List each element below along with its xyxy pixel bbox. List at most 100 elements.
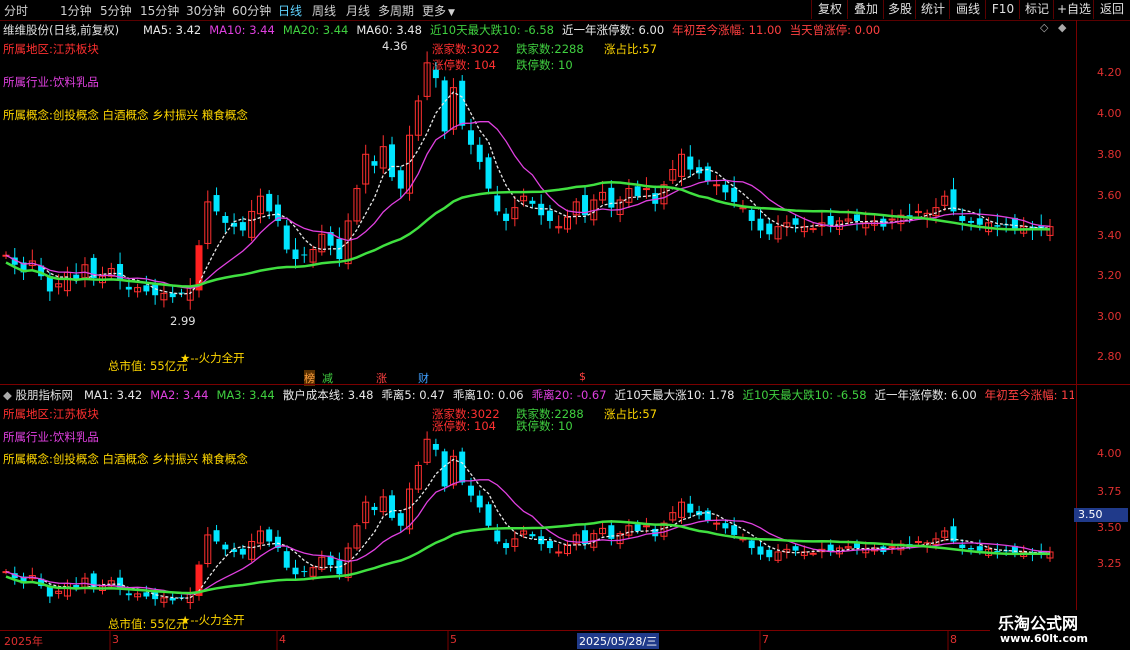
- candle-body-down: [283, 551, 290, 568]
- main-y-tick: 3.00: [1097, 310, 1122, 323]
- sub-indicator-5: 乖离10: 0.06: [452, 388, 524, 402]
- main-y-tick: 3.60: [1097, 189, 1122, 202]
- x-axis-ticks: [109, 630, 949, 650]
- back-button[interactable]: 返回: [1093, 0, 1130, 19]
- ma-line-long: [5, 180, 1051, 288]
- candle-body-down: [546, 210, 553, 221]
- sub-indicator-6: 乖离20: -0.67: [531, 388, 607, 402]
- candle-body-down: [634, 186, 641, 197]
- sub-indicator-chart[interactable]: [0, 402, 1076, 630]
- candle-body-up: [888, 218, 896, 221]
- candle-body-down: [143, 285, 150, 292]
- candle-body-down: [968, 548, 975, 550]
- sub-indicator-10: 年初至今涨幅: 11.00: [984, 388, 1074, 402]
- sub-indicator-9: 近一年涨停数: 6.00: [874, 388, 977, 402]
- add-watchlist-button[interactable]: +自选: [1053, 0, 1094, 19]
- period-tab-timeshare[interactable]: 分时: [4, 2, 28, 19]
- candle-body-down: [731, 187, 738, 202]
- candle-body-down: [748, 209, 755, 221]
- sub-collapse-icon[interactable]: ◆: [3, 388, 12, 402]
- mark-button[interactable]: 标记: [1019, 0, 1054, 19]
- candle-body-down: [476, 495, 483, 508]
- watermark-box: 乐淘公式网 www.60lt.com: [990, 610, 1130, 650]
- period-tab-5min[interactable]: 5分钟: [100, 2, 132, 19]
- panel-divider: [0, 384, 1130, 385]
- candle-body-down: [441, 451, 448, 487]
- candle-body-down: [853, 543, 860, 549]
- candle-body-down: [222, 544, 229, 550]
- candle-body-down: [959, 544, 966, 549]
- candle-body-down: [546, 540, 553, 549]
- candle-body-down: [994, 550, 1001, 552]
- main-y-tick: 2.80: [1097, 350, 1122, 363]
- candle-body-down: [292, 249, 299, 260]
- candle-body-down: [757, 218, 764, 231]
- candle-body-down: [467, 485, 474, 496]
- sub-y-tick: 3.75: [1097, 485, 1122, 498]
- multi-stock-button[interactable]: 多股: [883, 0, 916, 19]
- adjust-button[interactable]: 复权: [811, 0, 848, 19]
- sub-y-tick: 4.00: [1097, 447, 1122, 460]
- candle-body-down: [968, 220, 975, 223]
- candle-body-up: [555, 551, 563, 554]
- candle-body-down: [994, 225, 1001, 227]
- candle-body-down: [432, 443, 439, 450]
- candle-body-down: [239, 548, 246, 555]
- candle-body-down: [853, 214, 860, 221]
- candle-body-down: [687, 503, 694, 513]
- candle-body-down: [757, 546, 764, 555]
- candle-body-down: [266, 193, 273, 212]
- candle-body-up: [809, 228, 817, 231]
- ma-line-long: [5, 520, 1051, 595]
- candle-body-down: [766, 549, 773, 558]
- period-tab-15min[interactable]: 15分钟: [140, 2, 179, 19]
- overlay-button[interactable]: 叠加: [847, 0, 884, 19]
- period-tab-monthly[interactable]: 月线: [346, 2, 370, 19]
- candle-body-down: [371, 161, 378, 166]
- candle-body-down: [827, 216, 834, 225]
- candle-body-down: [494, 530, 501, 542]
- candle-body-down: [222, 216, 229, 223]
- candle-body-down: [766, 223, 773, 235]
- candle-body-down: [125, 286, 132, 290]
- candle-body-down: [301, 571, 308, 573]
- period-tab-60min[interactable]: 60分钟: [232, 2, 271, 19]
- candle-body-up: [809, 552, 817, 555]
- sub-indicator-0: MA1: 3.42: [84, 388, 143, 402]
- sub-title[interactable]: ◆ 股朋指标网: [3, 387, 73, 403]
- candle-body-down: [503, 543, 510, 549]
- draw-line-button[interactable]: 画线: [949, 0, 986, 19]
- candle-body-down: [827, 544, 834, 551]
- candle-body-down: [485, 157, 492, 189]
- candle-body-up: [888, 546, 896, 549]
- main-candlestick-chart[interactable]: [0, 20, 1076, 384]
- period-tab-multi[interactable]: 多周期: [378, 2, 414, 19]
- period-tab-more[interactable]: 更多 ▼: [422, 2, 455, 19]
- candle-body-down: [231, 549, 238, 552]
- candle-body-down: [213, 195, 220, 212]
- candle-body-down: [283, 225, 290, 250]
- sub-indicator-7: 近10天最大涨10: 1.78: [614, 388, 735, 402]
- candle-body-down: [503, 213, 510, 221]
- period-tab-daily[interactable]: 日线: [278, 2, 302, 19]
- candle-body-down: [792, 546, 799, 551]
- watermark-name: 乐淘公式网: [998, 614, 1079, 633]
- candle-body-down: [459, 451, 466, 483]
- candle-body-down: [485, 504, 492, 526]
- candle-body-up: [713, 184, 721, 187]
- sub-indicator-1: MA2: 3.44: [150, 388, 209, 402]
- period-toolbar: 分时 1分钟 5分钟 15分钟 30分钟 60分钟 日线 周线 月线 多周期 更…: [0, 0, 1130, 21]
- candle-body-down: [748, 540, 755, 549]
- main-y-tick: 4.00: [1097, 107, 1122, 120]
- candle-body-down: [529, 200, 536, 204]
- more-label: 更多: [422, 4, 447, 18]
- candle-body-down: [792, 218, 799, 225]
- period-tab-weekly[interactable]: 周线: [312, 2, 336, 19]
- statistics-button[interactable]: 统计: [915, 0, 950, 19]
- period-tab-30min[interactable]: 30分钟: [186, 2, 225, 19]
- sub-y-tick: 3.25: [1097, 557, 1122, 570]
- sub-indicator-row: MA1: 3.42 MA2: 3.44 MA3: 3.44 散户成本线: 3.48 乖离…: [84, 387, 1074, 403]
- candle-body-down: [397, 170, 404, 189]
- f10-button[interactable]: F10: [985, 0, 1020, 19]
- period-tab-1min[interactable]: 1分钟: [60, 2, 92, 19]
